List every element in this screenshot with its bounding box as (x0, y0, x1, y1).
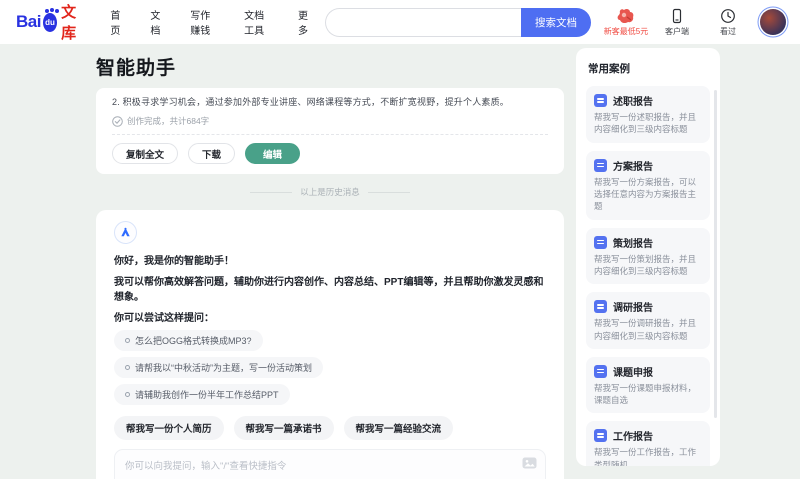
copy-all-button[interactable]: 复制全文 (112, 143, 179, 164)
suggestion-chip[interactable]: 请帮我以“中秋活动”为主题，写一份活动策划 (114, 357, 323, 378)
assistant-avatar-icon (114, 221, 137, 244)
case-item-cehua[interactable]: 策划报告 帮我写一份策划报告，并且内容细化到三级内容标题 (586, 227, 710, 285)
case-desc: 帮我写一份调研报告，并且内容细化到三级内容标题 (594, 318, 697, 341)
page-title: 智能助手 (96, 58, 177, 79)
intro-text: 我可以帮你高效解答问题，辅助你进行内容创作、内容总结、PPT编辑等，并且帮助你激… (114, 277, 544, 303)
quick-prompts-row: 帮我写一份个人简历 帮我写一篇承诺书 帮我写一篇经验交流 (114, 416, 546, 440)
case-item-shuzhi[interactable]: 述职报告 帮我写一份述职报告，并且内容细化到三级内容标题 (586, 86, 710, 143)
case-desc: 帮我写一份工作报告，工作类型随机 (594, 447, 697, 466)
promo-label: 新客最低5元 (603, 26, 649, 36)
greeting-text: 你好，我是你的智能助手！ (114, 256, 234, 267)
try-label: 你可以尝试这样提问： (114, 313, 214, 324)
nav-link-tools[interactable]: 文档工具 (244, 7, 272, 37)
quick-prompt-experience[interactable]: 帮我写一篇经验交流 (343, 416, 454, 440)
generated-doc-card: 2. 积极寻求学习机会，通过参加外部专业讲座、网络课程等方式，不断扩宽视野，提升… (96, 88, 564, 174)
nav-link-more[interactable]: 更多 (298, 7, 312, 37)
clock-icon (720, 8, 736, 24)
circle-bullet-icon (125, 338, 130, 343)
document-icon (594, 364, 607, 378)
search-button[interactable]: 搜索文档 (521, 7, 591, 37)
suggestion-chip[interactable]: 请辅助我创作一份半年工作总结PPT (114, 384, 290, 405)
quick-prompt-pledge[interactable]: 帮我写一篇承诺书 (233, 416, 334, 440)
primary-nav: 首页 文档 写作赚钱 文档工具 更多 (97, 7, 325, 37)
user-avatar[interactable] (760, 8, 786, 35)
doc-search: 搜索文档 (325, 7, 591, 37)
paw-icon: du (42, 8, 58, 32)
case-desc: 帮我写一份策划报告，并且内容细化到三级内容标题 (594, 253, 697, 276)
baidu-wenku-logo[interactable]: Bai du 文库 (16, 1, 83, 43)
quick-prompt-resume[interactable]: 帮我写一份个人简历 (114, 416, 224, 440)
document-icon (594, 429, 607, 443)
common-cases-sidebar: 常用案例 述职报告 帮我写一份述职报告，并且内容细化到三级内容标题 方案报告 帮… (576, 48, 720, 466)
gift-red-icon (616, 8, 636, 24)
case-desc: 帮我写一份课题申报材料，课题自选 (594, 382, 697, 406)
document-icon (594, 158, 607, 172)
doc-excerpt: 2. 积极寻求学习机会，通过参加外部专业讲座、网络课程等方式，不断扩宽视野，提升… (112, 97, 510, 107)
nav-link-docs[interactable]: 文档 (150, 7, 164, 37)
logo-text-bai: Bai (16, 12, 41, 31)
case-name: 述职报告 (613, 97, 653, 108)
case-desc: 帮我写一份方案报告，可以选择任意内容为方案报告主题 (594, 176, 697, 212)
history-entry[interactable]: 看过 (709, 8, 747, 37)
image-upload-icon[interactable] (522, 457, 537, 469)
suggestion-label: 请帮我以“中秋活动”为主题，写一份活动策划 (135, 363, 312, 373)
suggestion-label: 怎么把OGG格式转换成MP3? (135, 336, 252, 346)
case-item-diaoyan[interactable]: 调研报告 帮我写一份调研报告，并且内容细化到三级内容标题 (586, 292, 710, 349)
case-item-fangan[interactable]: 方案报告 帮我写一份方案报告，可以选择任意内容为方案报告主题 (586, 150, 710, 220)
document-icon (594, 300, 607, 314)
sidebar-title: 常用案例 (588, 63, 630, 75)
circle-bullet-icon (125, 392, 130, 397)
creation-status: 创作完成，共计684字 (127, 116, 210, 126)
search-input[interactable] (325, 7, 521, 37)
case-item-keti[interactable]: 课题申报 帮我写一份课题申报材料，课题自选 (586, 356, 710, 414)
nav-link-home[interactable]: 首页 (110, 7, 124, 37)
assistant-panel: 智能助手 2. 积极寻求学习机会，通过参加外部专业讲座、网络课程等方式，不断扩宽… (96, 44, 564, 479)
nav-link-earn[interactable]: 写作赚钱 (190, 7, 218, 37)
case-desc: 帮我写一份述职报告，并且内容细化到三级内容标题 (594, 112, 697, 135)
document-icon (594, 235, 607, 249)
download-button[interactable]: 下载 (188, 143, 236, 164)
client-entry[interactable]: 客户端 (658, 8, 696, 37)
case-name: 策划报告 (613, 238, 653, 250)
case-name: 方案报告 (613, 161, 653, 173)
case-item-gongzuo[interactable]: 工作报告 帮我写一份工作报告，工作类型随机 (586, 421, 710, 466)
history-label: 看过 (720, 26, 736, 36)
edit-button[interactable]: 编辑 (245, 143, 301, 164)
history-divider-label: 以上是历史消息 (300, 187, 360, 197)
logo-text-wenku: 文库 (61, 4, 77, 42)
sidebar-scrollbar[interactable] (714, 90, 717, 418)
case-name: 工作报告 (613, 432, 653, 444)
phone-icon (669, 8, 685, 24)
promo-entry[interactable]: 新客最低5元 (603, 8, 649, 37)
message-composer: 0/400 ↵ (114, 449, 546, 479)
top-navbar: Bai du 文库 首页 文档 写作赚钱 文档工具 更多 搜索文档 新客最低5元… (0, 0, 800, 44)
logo-text-du: du (45, 17, 55, 27)
suggestion-chip[interactable]: 怎么把OGG格式转换成MP3? (114, 330, 263, 351)
navbar-right-group: 新客最低5元 客户端 看过 (603, 8, 786, 37)
check-circle-icon (112, 115, 123, 127)
circle-bullet-icon (125, 365, 130, 370)
case-name: 调研报告 (613, 303, 653, 315)
suggestion-label: 请辅助我创作一份半年工作总结PPT (135, 390, 279, 400)
welcome-message-card: 你好，我是你的智能助手！ 我可以帮你高效解答问题，辅助你进行内容创作、内容总结、… (96, 210, 564, 479)
main-area: 智能助手 2. 积极寻求学习机会，通过参加外部专业讲座、网络课程等方式，不断扩宽… (0, 44, 800, 479)
case-name: 课题申报 (613, 367, 653, 379)
client-label: 客户端 (665, 26, 689, 36)
message-input[interactable] (125, 458, 515, 479)
history-divider: 以上是历史消息 (96, 186, 564, 198)
document-icon (594, 94, 607, 107)
